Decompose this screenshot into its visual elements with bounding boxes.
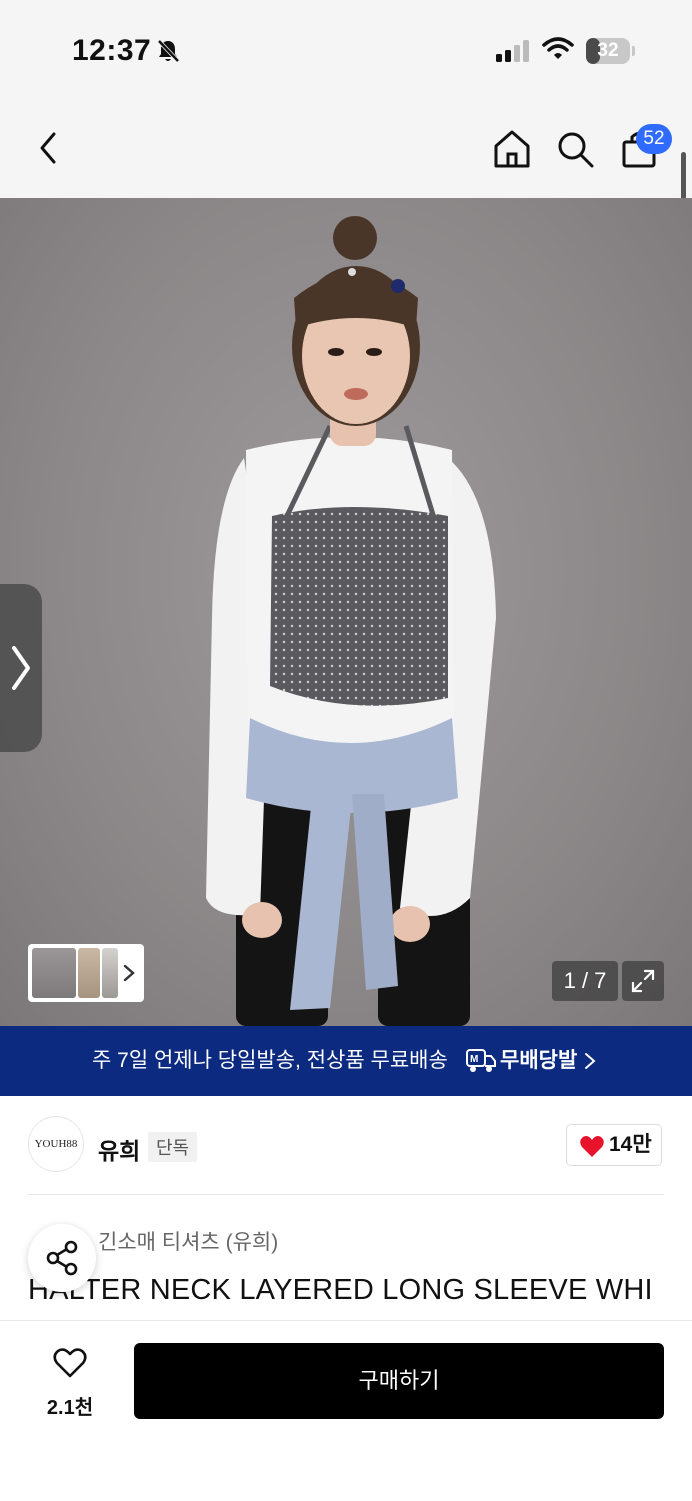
share-icon: [46, 1240, 78, 1276]
home-icon[interactable]: [492, 128, 532, 170]
thumbnail-2[interactable]: [78, 948, 100, 998]
next-image-button[interactable]: [0, 584, 42, 752]
battery-tip: [632, 46, 635, 56]
status-time: 12:37: [72, 34, 152, 67]
product-title: HALTER NECK LAYERED LONG SLEEVE WHI: [28, 1274, 653, 1306]
banner-text: 주 7일 언제나 당일발송, 전상품 무료배송: [92, 1049, 448, 1072]
heart-filled-icon: [580, 1136, 604, 1157]
divider: [28, 1194, 664, 1195]
brand-like-button[interactable]: 14만: [566, 1124, 662, 1166]
thumbnail-3[interactable]: [102, 948, 118, 998]
bell-muted-icon: [157, 39, 180, 63]
heart-outline-icon: [53, 1348, 87, 1378]
status-bar: 12:37 32: [0, 0, 692, 100]
product-image[interactable]: [0, 198, 692, 1026]
brand-row: YOUH88 유희 단독 14만: [0, 1096, 692, 1196]
wifi-icon: [542, 37, 574, 59]
brand-logo[interactable]: YOUH88: [28, 1116, 84, 1172]
shipping-banner[interactable]: 주 7일 언제나 당일발송, 전상품 무료배송 M 무배당발: [0, 1026, 692, 1096]
banner-brand: 무배당발: [500, 1049, 578, 1072]
wishlist-count: 2.1천: [46, 1397, 94, 1419]
search-icon[interactable]: [556, 130, 596, 170]
category-label: 긴소매 티셔츠 (유희): [98, 1231, 279, 1254]
back-icon[interactable]: [34, 130, 64, 166]
chevron-right-icon: [123, 964, 135, 982]
purchase-bar: 2.1천 구매하기: [0, 1320, 692, 1501]
thumbnail-1[interactable]: [32, 948, 76, 998]
expand-icon: [631, 969, 655, 993]
top-nav: 52: [0, 100, 692, 198]
buy-button[interactable]: 구매하기: [134, 1343, 664, 1419]
chevron-right-icon: [12, 646, 30, 690]
cellular-signal-icon: [496, 40, 529, 62]
thumbnail-strip[interactable]: [28, 944, 144, 1002]
svg-text:M: M: [470, 1054, 478, 1065]
battery-percent: 32: [597, 40, 619, 61]
chevron-right-icon: [585, 1053, 596, 1069]
image-counter: 1 / 7: [552, 961, 618, 1001]
wishlist-button[interactable]: 2.1천: [36, 1343, 104, 1423]
brand-name[interactable]: 유희: [98, 1132, 140, 1166]
truck-icon: M: [466, 1049, 496, 1072]
brand-like-count: 14만: [609, 1133, 652, 1156]
cart-count-badge: 52: [636, 124, 672, 154]
fullscreen-button[interactable]: [622, 961, 664, 1001]
exclusive-badge: 단독: [148, 1132, 198, 1162]
battery-indicator: 32: [586, 38, 630, 64]
model-photo: [206, 216, 496, 1026]
share-button[interactable]: [28, 1224, 96, 1292]
